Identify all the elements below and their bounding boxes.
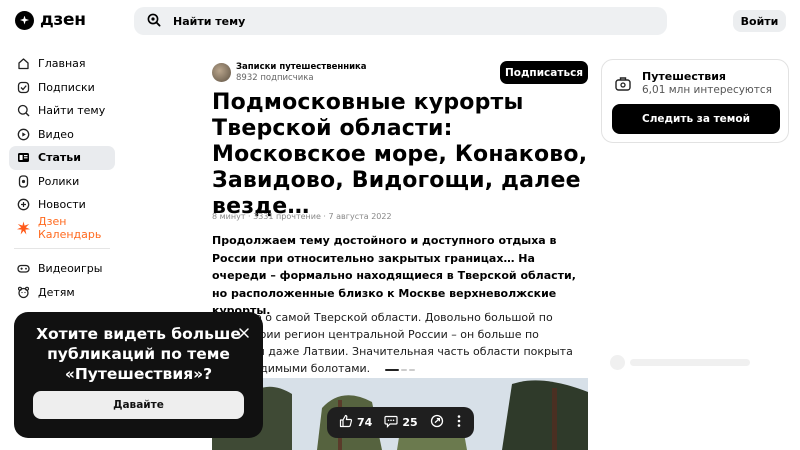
search-icon — [147, 12, 161, 31]
sidebar-item-label: Дзен Календарь — [38, 215, 102, 242]
sidebar-item-video[interactable]: Видео — [9, 123, 115, 147]
share-button[interactable] — [430, 414, 444, 431]
sidebar-divider — [14, 248, 110, 249]
sidebar-item-kids[interactable]: Детям — [9, 281, 115, 305]
article-meta: 8 минут · 3331 прочтение · 7 августа 202… — [212, 212, 392, 221]
comment-icon — [384, 414, 398, 431]
zen-star-icon — [15, 10, 34, 30]
loading-placeholder-avatar — [610, 355, 625, 370]
topic-suggestion-popup: Хотите видеть больше публикаций по теме … — [14, 312, 263, 438]
sidebar-item-label: Видеоигры — [38, 262, 103, 276]
more-vertical-icon — [456, 414, 462, 431]
article: Записки путешественника 8932 подписчика … — [212, 60, 588, 375]
like-button[interactable]: 74 — [339, 414, 372, 431]
logo-text: дзен — [40, 10, 86, 30]
comment-count: 25 — [402, 416, 418, 429]
popup-title: Хотите видеть больше публикаций по теме … — [36, 325, 241, 383]
home-icon — [17, 57, 30, 70]
gamepad-icon — [17, 262, 30, 275]
article-title: Подмосковные курорты Тверской области: М… — [212, 90, 588, 219]
article-body: Немного о самой Тверской области. Доволь… — [212, 311, 573, 375]
search-placeholder: Найти тему — [173, 14, 246, 28]
subscribe-button[interactable]: Подписаться — [500, 61, 588, 84]
loading-placeholder-line — [630, 359, 750, 366]
topic-subscribers: 6,01 млн интересуются — [642, 84, 772, 96]
search-input[interactable]: Найти тему — [134, 7, 667, 35]
sidebar-item-videogames[interactable]: Видеоигры — [9, 257, 115, 281]
author-subscribers: 8932 подписчика — [236, 72, 314, 83]
close-icon[interactable] — [238, 324, 250, 338]
carousel-indicator — [385, 369, 415, 371]
sidebar-item-label: Ролики — [38, 174, 80, 188]
sidebar-item-label: Главная — [38, 57, 86, 71]
share-icon — [430, 414, 444, 431]
subscriptions-icon — [17, 81, 30, 94]
like-count: 74 — [357, 416, 373, 429]
sidebar-item-label: Детям — [38, 285, 75, 299]
sidebar-item-find-topic[interactable]: Найти тему — [9, 99, 115, 123]
news-icon — [17, 198, 30, 211]
article-lead: Продолжаем тему достойного и доступного … — [212, 234, 576, 317]
video-icon — [17, 128, 30, 141]
carousel-dot — [409, 369, 415, 371]
article-action-bar: 74 25 — [327, 407, 474, 438]
articles-icon — [17, 151, 30, 164]
carousel-dot — [401, 369, 407, 371]
carousel-dot-active — [385, 369, 399, 371]
sidebar-item-news[interactable]: Новости — [9, 193, 115, 217]
thumbs-up-icon — [339, 414, 353, 431]
author-avatar[interactable] — [212, 62, 231, 82]
topic-card: Путешествия 6,01 млн интересуются Следит… — [601, 59, 789, 143]
sidebar: Главная Подписки Найти тему Видео Статьи… — [9, 52, 115, 304]
accept-button[interactable]: Давайте — [33, 391, 244, 419]
topic-name[interactable]: Путешествия — [642, 70, 726, 83]
sidebar-item-label: Видео — [38, 127, 74, 141]
sidebar-item-label: Новости — [38, 198, 86, 212]
sidebar-item-label: Найти тему — [38, 104, 106, 118]
more-options-button[interactable] — [456, 414, 462, 431]
comments-button[interactable]: 25 — [384, 414, 418, 431]
kids-icon — [17, 286, 30, 299]
shorts-icon — [17, 175, 30, 188]
sidebar-item-label: Подписки — [38, 80, 95, 94]
login-button[interactable]: Войти — [733, 10, 786, 32]
sidebar-item-home[interactable]: Главная — [9, 52, 115, 76]
suitcase-icon — [615, 76, 631, 95]
calendar-burst-icon — [17, 221, 30, 235]
sidebar-item-articles[interactable]: Статьи — [9, 146, 115, 170]
search-topic-icon — [17, 104, 30, 117]
sidebar-item-shorts[interactable]: Ролики — [9, 170, 115, 194]
author-name[interactable]: Записки путешественника — [236, 62, 367, 73]
zen-logo[interactable]: дзен — [15, 10, 86, 30]
sidebar-item-subscriptions[interactable]: Подписки — [9, 76, 115, 100]
sidebar-item-label: Статьи — [38, 151, 81, 165]
follow-topic-button[interactable]: Следить за темой — [612, 104, 780, 134]
sidebar-item-zen-calendar[interactable]: Дзен Календарь — [9, 215, 115, 242]
